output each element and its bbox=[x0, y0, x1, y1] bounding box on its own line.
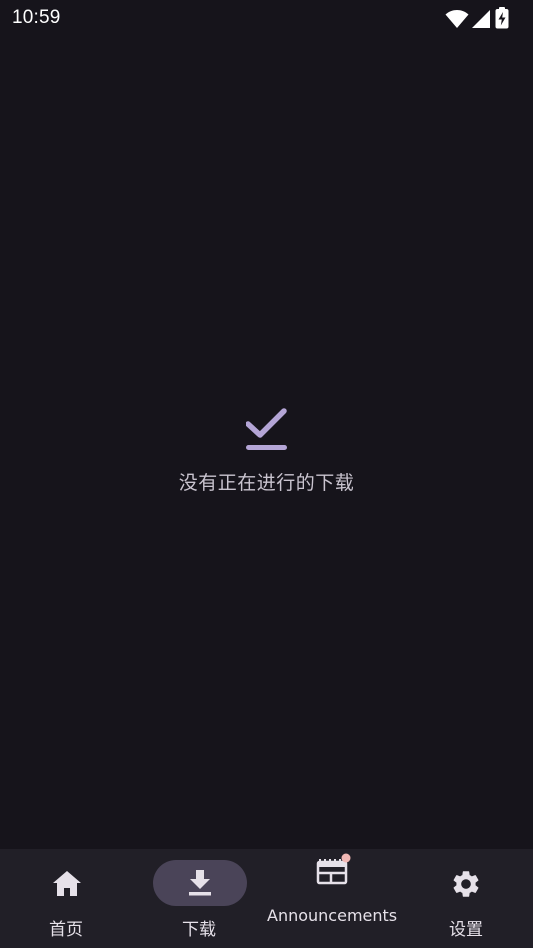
newspaper-icon bbox=[316, 853, 351, 885]
check-icon bbox=[246, 408, 287, 450]
nav-item-home[interactable]: 首页 bbox=[0, 849, 133, 948]
wifi-icon bbox=[445, 10, 469, 28]
nav-item-downloads[interactable]: 下载 bbox=[133, 849, 266, 948]
nav-item-settings[interactable]: 设置 bbox=[400, 849, 533, 948]
nav-label-settings: 设置 bbox=[449, 920, 483, 940]
notification-badge bbox=[341, 853, 351, 863]
cellular-signal-icon bbox=[472, 10, 490, 28]
nav-label-home: 首页 bbox=[49, 920, 83, 940]
status-bar: 10:59 bbox=[0, 0, 533, 36]
bottom-navigation: 首页 下载 Announcements 设置 bbox=[0, 849, 533, 948]
nav-label-announcements: Announcements bbox=[267, 906, 398, 925]
empty-state: 没有正在进行的下载 bbox=[0, 396, 533, 496]
status-time: 10:59 bbox=[12, 7, 61, 28]
empty-state-message: 没有正在进行的下载 bbox=[178, 472, 355, 494]
nav-item-announcements[interactable]: Announcements bbox=[266, 849, 400, 948]
gear-icon bbox=[453, 871, 479, 897]
nav-label-downloads: 下载 bbox=[182, 920, 216, 940]
download-icon bbox=[189, 870, 211, 896]
battery-charging-icon bbox=[495, 7, 509, 29]
home-icon bbox=[53, 871, 81, 896]
